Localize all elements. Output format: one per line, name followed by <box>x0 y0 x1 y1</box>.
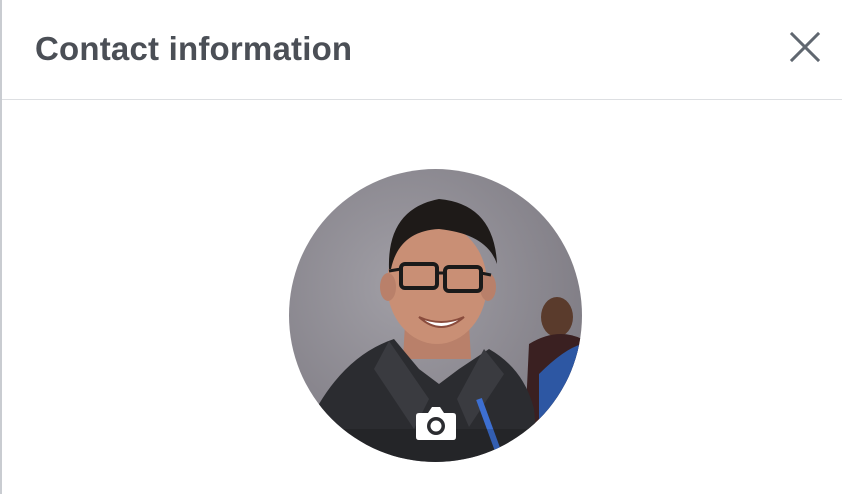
close-icon <box>789 31 821 63</box>
contact-info-dialog: Contact information <box>0 0 842 494</box>
dialog-header: Contact information <box>2 0 842 100</box>
dialog-title: Contact information <box>35 30 353 67</box>
dialog-body <box>2 101 842 494</box>
close-button[interactable] <box>784 28 824 68</box>
edit-photo-button[interactable] <box>415 405 457 441</box>
profile-photo[interactable] <box>289 169 582 462</box>
camera-icon <box>416 407 456 440</box>
avatar-bottom-edge <box>2 462 842 494</box>
